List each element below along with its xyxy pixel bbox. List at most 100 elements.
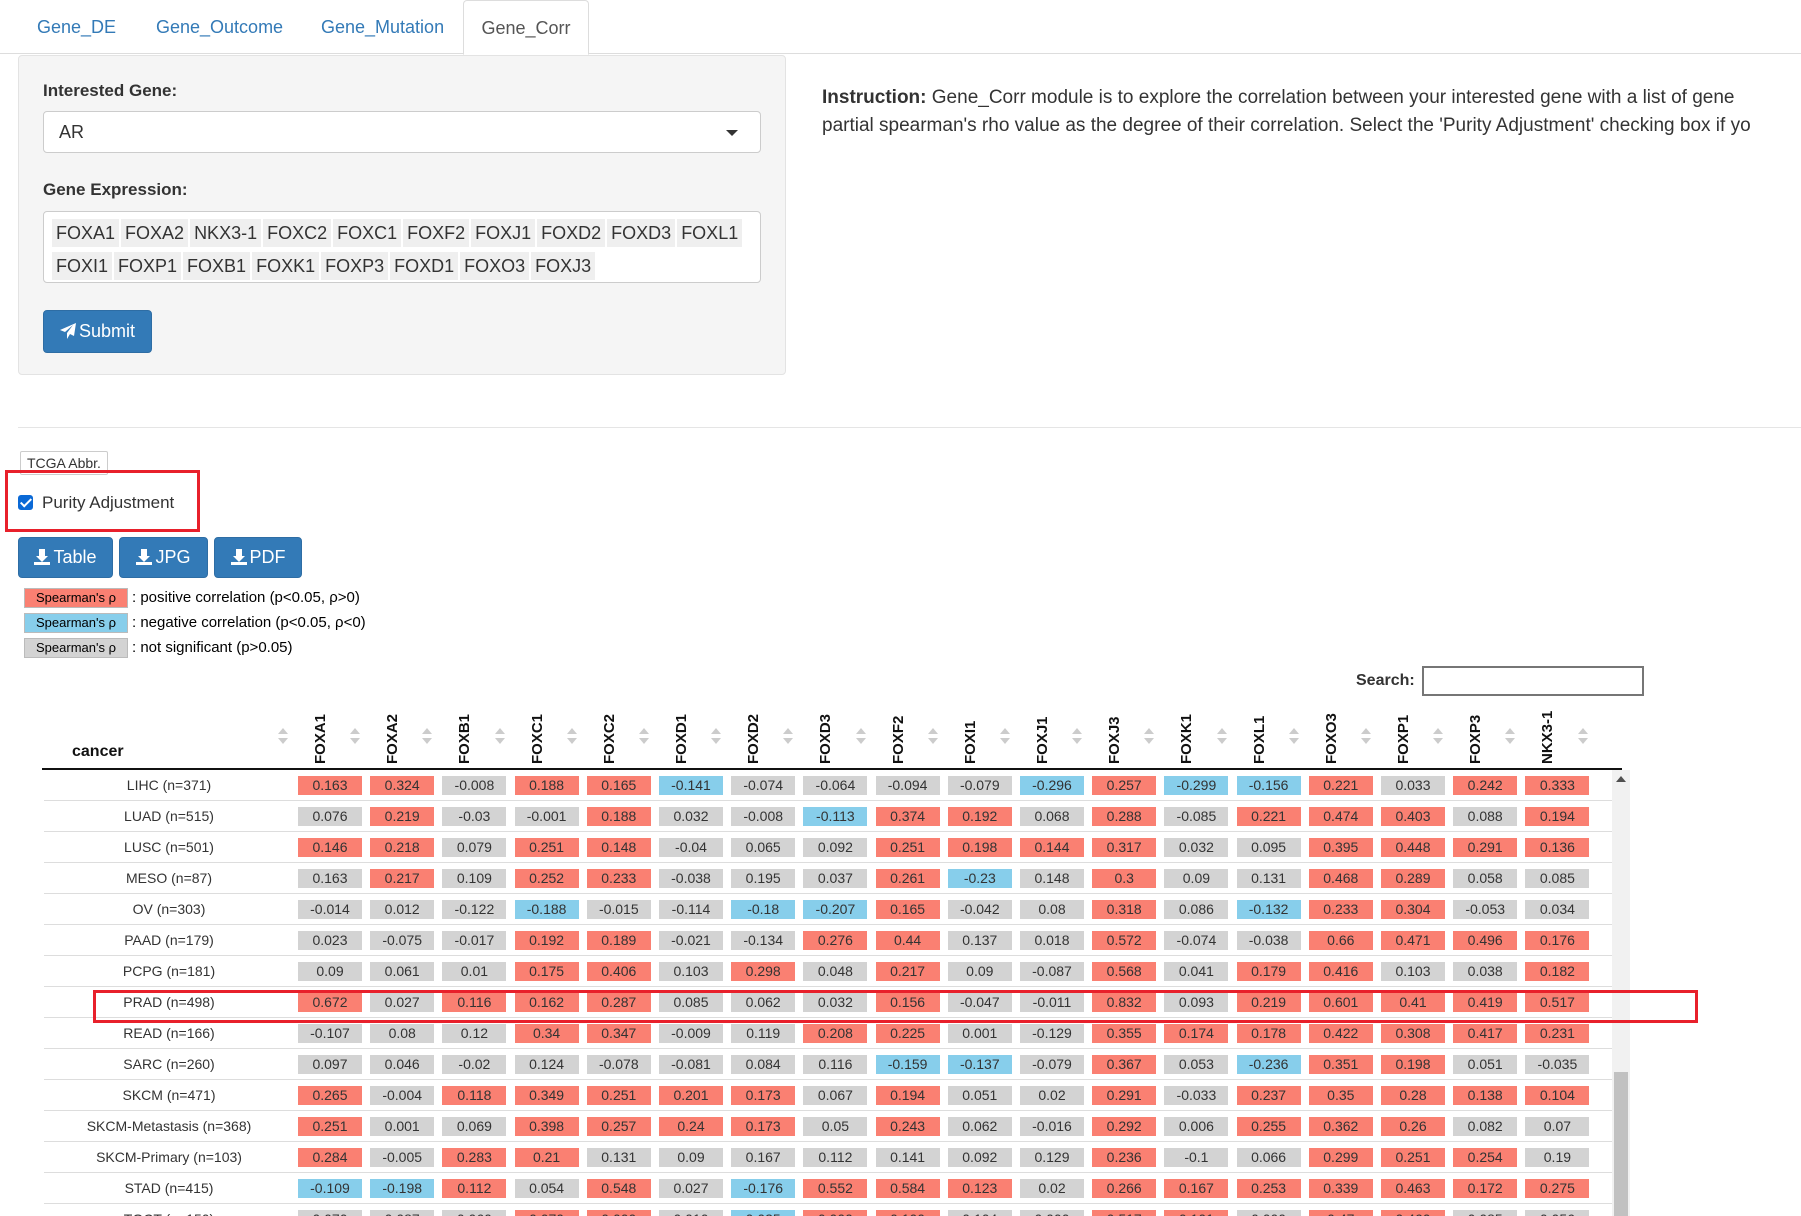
correlation-cell: -0.02: [442, 1055, 507, 1074]
correlation-cell: -0.03: [442, 807, 507, 826]
paper-plane-icon: [59, 323, 76, 339]
scroll-up-icon[interactable]: [1616, 776, 1626, 782]
row-cancer-name: SARC (n=260): [123, 1056, 215, 1072]
gene-expression-multiselect[interactable]: FOXA1 FOXA2 NKX3-1 FOXC2 FOXC1 FOXF2 FOXJ1 FOXD…: [43, 211, 761, 283]
correlation-cell: 0.236: [1092, 1148, 1157, 1167]
column-header-foxa2[interactable]: FOXA2: [366, 706, 438, 770]
column-header-foxb1[interactable]: FOXB1: [438, 706, 510, 770]
column-header-foxo3[interactable]: FOXO3: [1305, 706, 1377, 770]
correlation-cell: 0.252: [514, 869, 579, 888]
interested-gene-select[interactable]: AR: [43, 111, 761, 153]
gene-chip[interactable]: FOXP3: [321, 252, 389, 280]
column-header-nkx3-1[interactable]: NKX3-1: [1521, 706, 1593, 770]
correlation-cell: 0.054: [514, 1179, 579, 1198]
correlation-cell: 0.182: [1525, 962, 1590, 981]
correlation-cell: 0.146: [298, 838, 362, 857]
gene-chip[interactable]: FOXL1: [677, 219, 743, 247]
correlation-cell: 0.070: [298, 1210, 362, 1216]
submit-button[interactable]: Submit: [43, 310, 152, 353]
column-header-foxj1[interactable]: FOXJ1: [1016, 706, 1088, 770]
correlation-cell: 0.291: [1453, 838, 1518, 857]
scrollbar-thumb[interactable]: [1614, 1072, 1628, 1216]
gene-chip[interactable]: FOXB1: [183, 252, 251, 280]
column-header-foxf2[interactable]: FOXF2: [872, 706, 944, 770]
correlation-cell: 0.173: [731, 1117, 796, 1136]
correlation-cell: 0.109: [442, 869, 507, 888]
correlation-cell: -0.081: [659, 1055, 723, 1074]
tab-gene-de[interactable]: Gene_DE: [37, 0, 116, 54]
correlation-cell: -0.079: [1020, 1055, 1084, 1074]
correlation-cell: 0.198: [947, 838, 1012, 857]
correlation-cell: 0.173: [731, 1086, 796, 1105]
gene-chip[interactable]: FOXD2: [537, 219, 606, 247]
download-pdf-button[interactable]: PDF: [214, 537, 302, 578]
correlation-cell: 0.025: [731, 1210, 796, 1216]
column-header-foxj3[interactable]: FOXJ3: [1088, 706, 1160, 770]
correlation-cell: -0.156: [1236, 776, 1301, 795]
gene-chip[interactable]: FOXJ1: [471, 219, 536, 247]
row-cancer-name: SKCM-Primary (n=103): [96, 1149, 242, 1165]
gene-chip[interactable]: FOXF2: [403, 219, 470, 247]
chevron-down-icon: [726, 130, 738, 136]
column-header-cancer[interactable]: cancer: [42, 706, 294, 770]
download-icon: [34, 549, 51, 565]
column-header-foxa1[interactable]: FOXA1: [294, 706, 366, 770]
column-header-foxi1[interactable]: FOXI1: [944, 706, 1016, 770]
column-header-foxl1[interactable]: FOXL1: [1233, 706, 1305, 770]
gene-chip[interactable]: FOXC1: [333, 219, 402, 247]
correlation-cell: 0.000: [586, 1210, 651, 1216]
correlation-cell: 0.163: [298, 869, 362, 888]
gene-chip[interactable]: FOXA1: [52, 219, 120, 247]
download-jpg-button[interactable]: JPG: [119, 537, 208, 578]
correlation-cell: 0.304: [1381, 900, 1445, 919]
correlation-cell: 0.347: [586, 1024, 651, 1043]
tab-gene-mutation[interactable]: Gene_Mutation: [321, 0, 444, 54]
correlation-cell: 0.018: [1020, 931, 1084, 950]
table-row: PAAD (n=179) 0.023 -0.075 -0.017 0.192 0.189-…: [44, 925, 1622, 956]
row-cancer-name: SKCM-Metastasis (n=368): [86, 1118, 252, 1134]
correlation-cell: -0.087: [1020, 962, 1084, 981]
gene-chip[interactable]: FOXD3: [607, 219, 676, 247]
legend-text-positive: : positive correlation (p<0.05, ρ>0): [132, 589, 360, 606]
correlation-cell: 0.298: [731, 962, 796, 981]
table-row: SKCM-Primary (n=103) 0.284 -0.005 0.283 0.21…: [44, 1142, 1622, 1173]
tab-bar: Gene_DE Gene_Outcome Gene_Mutation Gene_…: [0, 0, 1801, 55]
column-header-foxd1[interactable]: FOXD1: [655, 706, 727, 770]
gene-chip[interactable]: FOXI1: [52, 252, 113, 280]
column-header-foxp3[interactable]: FOXP3: [1449, 706, 1521, 770]
correlation-cell: 0.299: [1308, 1148, 1373, 1167]
correlation-cell: 0.417: [1453, 1024, 1518, 1043]
table-row: TGCT (n=150) 0.070 0.087 0.060 0.070 0.000 0.0…: [44, 1204, 1622, 1216]
download-table-button[interactable]: Table: [18, 537, 113, 578]
correlation-cell: 0.124: [514, 1055, 579, 1074]
table-row: LIHC (n=371) 0.163 0.324 -0.008 0.188 0.165 -0…: [44, 770, 1622, 801]
sort-icon: [711, 728, 722, 748]
gene-chip[interactable]: FOXA2: [121, 219, 189, 247]
column-header-foxc2[interactable]: FOXC2: [583, 706, 655, 770]
gene-chip[interactable]: FOXK1: [252, 252, 320, 280]
column-header-foxd3[interactable]: FOXD3: [799, 706, 871, 770]
tab-gene-outcome[interactable]: Gene_Outcome: [156, 0, 283, 54]
row-cancer-name: STAD (n=415): [124, 1180, 214, 1196]
gene-chip[interactable]: FOXJ3: [531, 252, 596, 280]
gene-chip[interactable]: FOXD1: [390, 252, 459, 280]
gene-chip[interactable]: NKX3-1: [190, 219, 262, 247]
correlation-cell: 0.283: [442, 1148, 507, 1167]
column-header-foxk1[interactable]: FOXK1: [1160, 706, 1232, 770]
search-label: Search:: [1356, 672, 1415, 689]
correlation-cell: 0.175: [514, 962, 579, 981]
column-header-foxp1[interactable]: FOXP1: [1377, 706, 1449, 770]
column-header-foxc1[interactable]: FOXC1: [511, 706, 583, 770]
correlation-cell: 0.167: [731, 1148, 796, 1167]
correlation-cell: 0.448: [1381, 838, 1445, 857]
tab-gene-corr[interactable]: Gene_Corr: [463, 0, 589, 55]
search-input[interactable]: [1422, 666, 1644, 696]
table-row: PCPG (n=181) 0.09 0.061 0.01 0.175 0.406 0.103…: [44, 956, 1622, 987]
column-header-foxd2[interactable]: FOXD2: [727, 706, 799, 770]
correlation-cell: 0.474: [1308, 807, 1373, 826]
correlation-cell: 0.275: [1525, 1179, 1590, 1198]
gene-chip[interactable]: FOXP1: [114, 252, 182, 280]
correlation-cell: 0.398: [514, 1117, 579, 1136]
gene-chip[interactable]: FOXC2: [263, 219, 332, 247]
gene-chip[interactable]: FOXO3: [460, 252, 530, 280]
